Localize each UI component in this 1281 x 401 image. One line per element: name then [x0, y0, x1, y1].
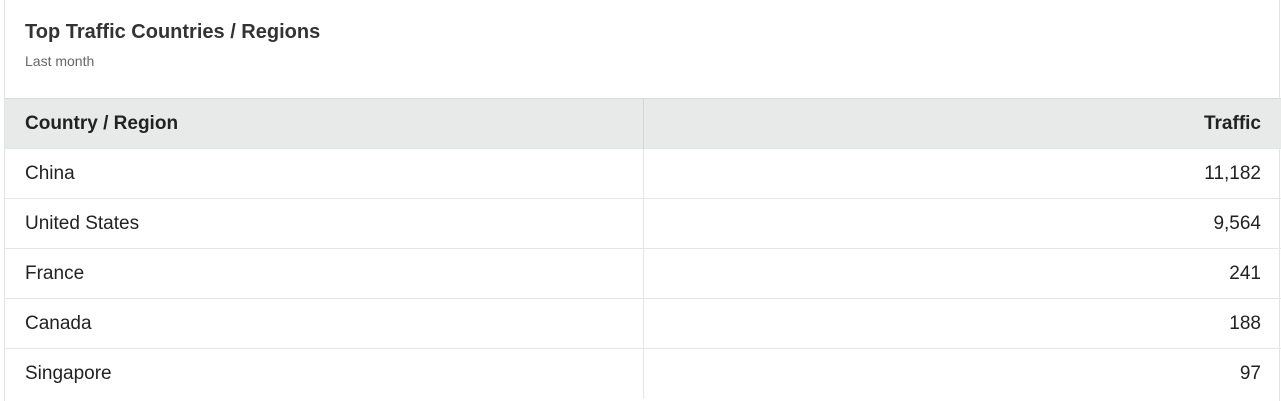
traffic-cell: 11,182: [1204, 162, 1261, 184]
country-cell: United States: [5, 198, 644, 249]
country-cell: Singapore: [5, 348, 644, 399]
country-cell: Canada: [5, 298, 644, 349]
traffic-table: Country / Region Traffic China 11,182 Un…: [5, 98, 1281, 399]
traffic-cell: 188: [1229, 312, 1261, 334]
table-row: China 11,182: [5, 148, 1281, 199]
traffic-cell: 97: [1239, 362, 1261, 384]
card-title: Top Traffic Countries / Regions: [25, 21, 321, 43]
table-header-row: Country / Region Traffic: [5, 98, 1281, 149]
card-header: Top Traffic Countries / Regions Last mon…: [5, 0, 1279, 98]
country-cell: France: [5, 248, 644, 299]
table-row: Canada 188: [5, 298, 1281, 349]
column-header-country[interactable]: Country / Region: [5, 98, 644, 149]
table-row: United States 9,564: [5, 198, 1281, 249]
top-traffic-card: Top Traffic Countries / Regions Last mon…: [4, 0, 1281, 401]
column-header-traffic[interactable]: Traffic: [643, 98, 1281, 149]
country-cell: China: [5, 148, 644, 199]
table-row: France 241: [5, 248, 1281, 299]
table-row: Singapore 97: [5, 348, 1281, 399]
card-subtitle: Last month: [25, 53, 95, 69]
traffic-cell: 9,564: [1213, 212, 1261, 234]
traffic-cell: 241: [1229, 262, 1261, 284]
